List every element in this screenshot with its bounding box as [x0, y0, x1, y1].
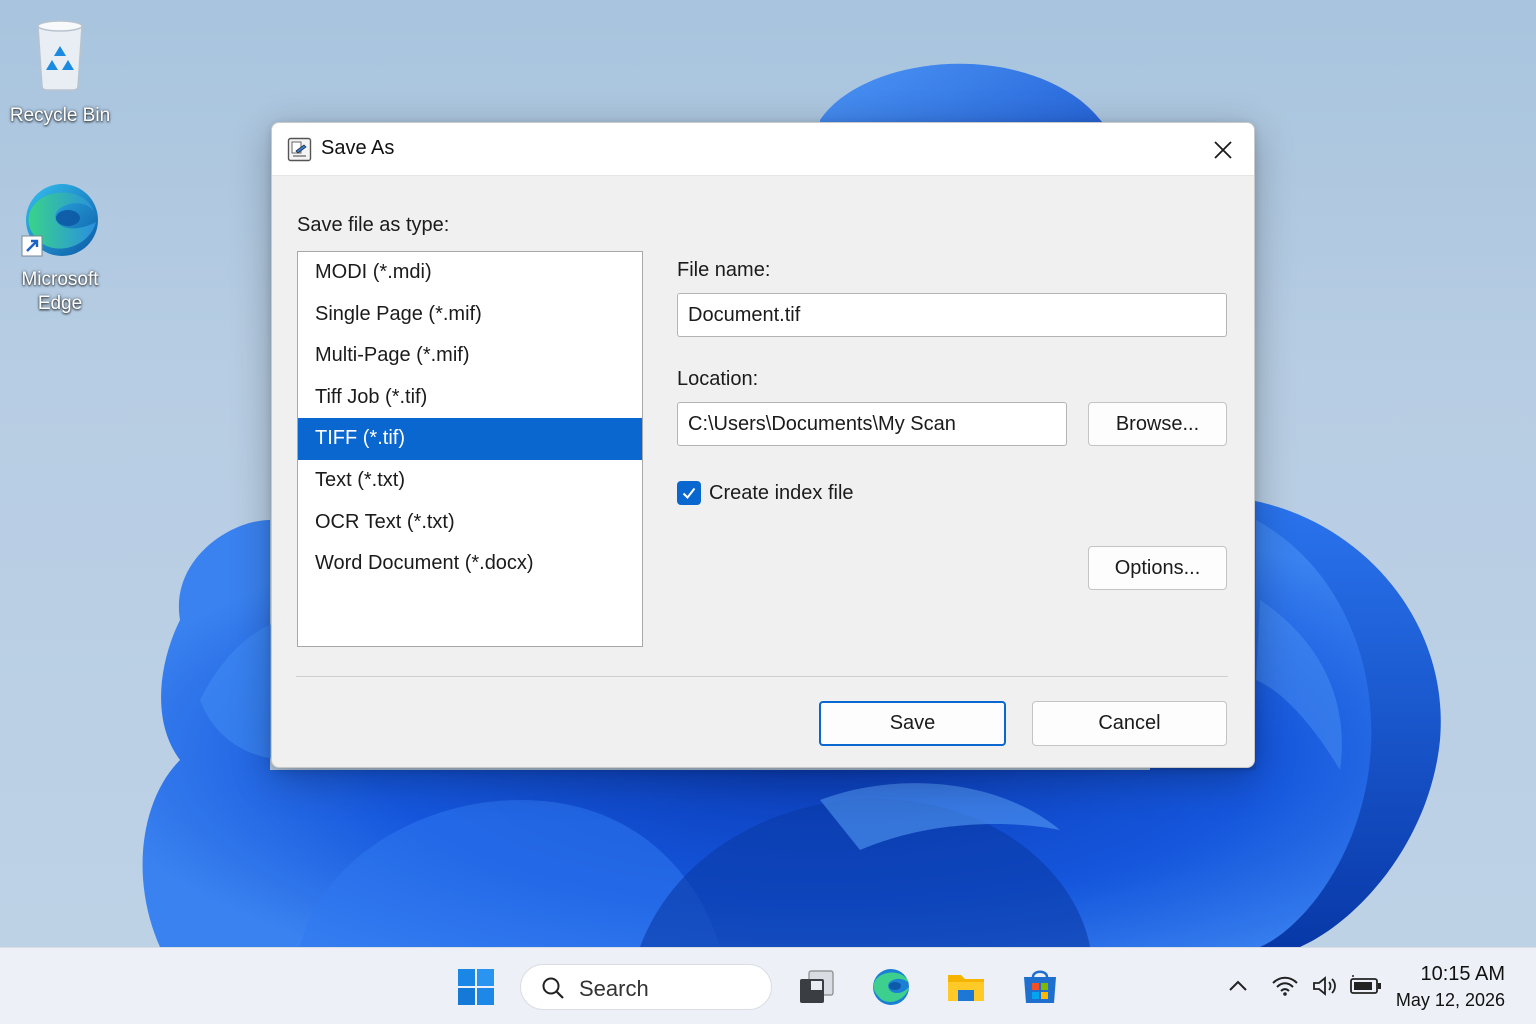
edge-taskbar-icon[interactable]: [871, 967, 911, 1007]
chevron-up-icon[interactable]: [1228, 978, 1248, 994]
save-as-dialog: Save As Save file as type: MODI (*.mdi) …: [271, 122, 1255, 768]
task-view-icon[interactable]: [797, 967, 837, 1007]
save-type-label: Save file as type:: [297, 214, 450, 236]
options-button[interactable]: Options...: [1088, 546, 1227, 590]
checkmark-icon: [682, 487, 696, 500]
start-icon[interactable]: [456, 967, 496, 1007]
save-button[interactable]: Save: [819, 701, 1006, 746]
close-icon: [1214, 141, 1232, 159]
create-index-label[interactable]: Create index file: [709, 482, 854, 505]
location-field[interactable]: C:\Users\Documents\My Scan: [677, 402, 1067, 446]
taskbar: Search 10:15 AM May 12, 2026: [0, 947, 1536, 1024]
search-placeholder: Search: [579, 976, 649, 1001]
edge-icon: [21, 184, 98, 257]
file-name-field[interactable]: Document.tif: [677, 293, 1227, 337]
document-scanner-icon: [287, 137, 312, 162]
list-item-modi[interactable]: MODI (*.mdi): [298, 252, 642, 294]
dialog-separator: [296, 676, 1228, 677]
taskbar-search[interactable]: Search: [520, 964, 772, 1010]
recycle-bin-label: Recycle Bin: [9, 105, 111, 126]
store-icon[interactable]: [1020, 967, 1060, 1007]
file-name-label: File name:: [677, 259, 771, 281]
list-item-tiff-selected[interactable]: TIFF (*.tif): [298, 418, 642, 460]
search-icon: [542, 977, 564, 999]
list-item-single-page[interactable]: Single Page (*.mif): [298, 294, 642, 336]
file-type-list[interactable]: MODI (*.mdi) Single Page (*.mif) Multi-P…: [297, 251, 643, 647]
desktop-icon-recycle-bin[interactable]: Recycle Bin: [5, 18, 115, 128]
list-item-multi-page[interactable]: Multi-Page (*.mif): [298, 335, 642, 377]
volume-icon[interactable]: [1311, 974, 1339, 998]
browse-button[interactable]: Browse...: [1088, 402, 1227, 446]
list-item-text[interactable]: Text (*.txt): [298, 460, 642, 502]
desktop-icon-edge[interactable]: Microsoft Edge: [5, 182, 115, 316]
file-explorer-icon[interactable]: [946, 967, 986, 1007]
list-item-ocr-text[interactable]: OCR Text (*.txt): [298, 502, 642, 544]
edge-label-line1: Microsoft: [21, 269, 99, 290]
list-item-tiff-job[interactable]: Tiff Job (*.tif): [298, 377, 642, 419]
location-label: Location:: [677, 368, 759, 390]
dialog-titlebar[interactable]: Save As: [272, 123, 1254, 176]
recycle-bin-icon: [37, 20, 83, 91]
list-item-word-document[interactable]: Word Document (*.docx): [298, 543, 642, 585]
edge-label-line2: Edge: [37, 293, 83, 314]
battery-icon[interactable]: [1349, 975, 1383, 997]
create-index-checkbox[interactable]: [677, 481, 701, 505]
dialog-title: Save As: [321, 137, 395, 159]
cancel-button[interactable]: Cancel: [1032, 701, 1227, 746]
close-button[interactable]: [1206, 133, 1240, 167]
clock-date[interactable]: May 12, 2026: [1396, 990, 1505, 1011]
wifi-icon[interactable]: [1271, 975, 1299, 997]
clock-time[interactable]: 10:15 AM: [1420, 963, 1505, 986]
